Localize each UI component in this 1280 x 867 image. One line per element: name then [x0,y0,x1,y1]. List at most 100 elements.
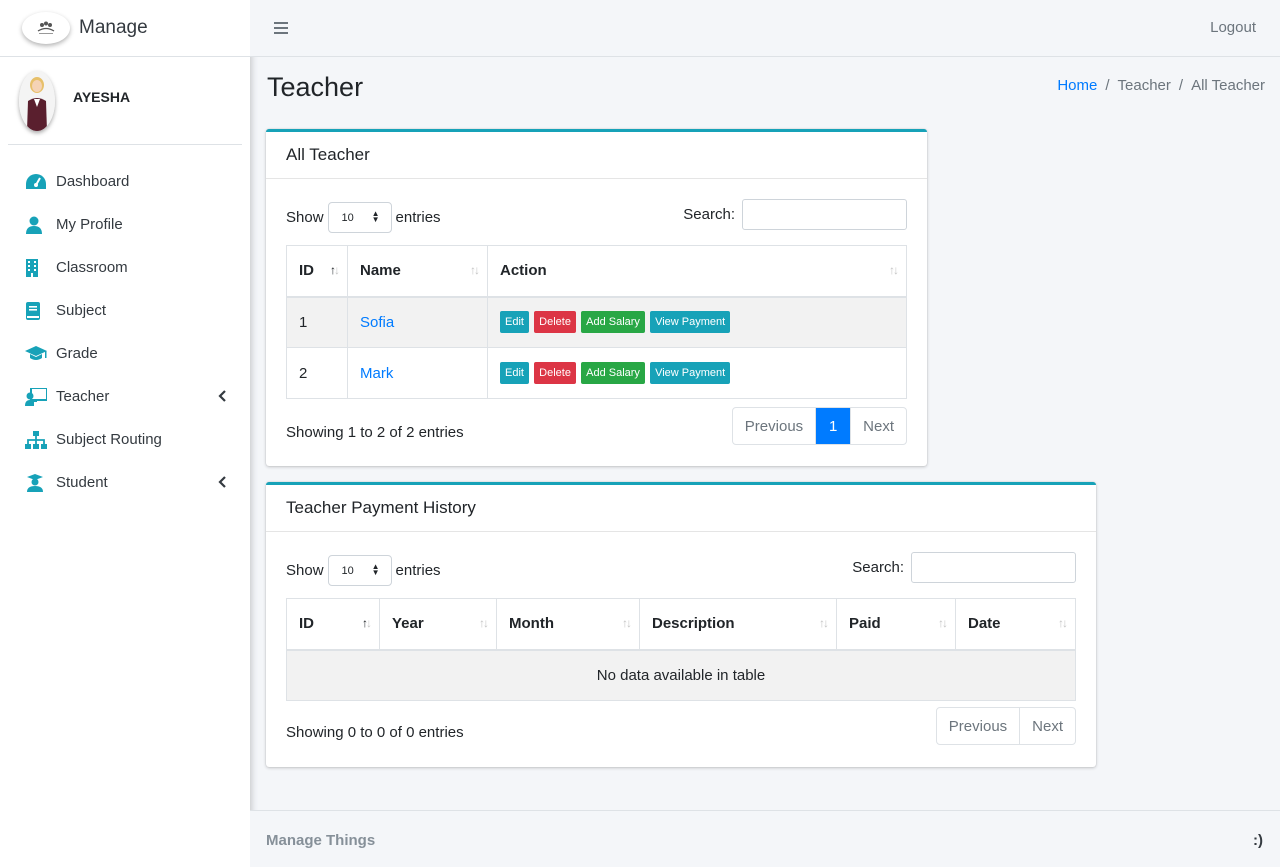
table-row: No data available in table [286,649,1076,701]
sort-icon: ↑↓ [470,263,480,277]
student-icon [25,473,49,493]
entries-label: entries [395,209,441,226]
sort-icon: ↑↓ [938,616,948,630]
cell-id: 1 [286,296,348,348]
pagination-next[interactable]: Next [1020,708,1075,744]
payment-history-card: Teacher Payment History Show 10 ▲ ▼ entri… [266,482,1096,767]
column-header-label: Name [360,262,401,280]
sidebar-item-grade[interactable]: Grade [8,332,242,375]
column-header-year[interactable]: Year ↑↓ [379,598,497,651]
book-icon [25,301,49,321]
column-header-label: ID [299,615,314,633]
column-header-label: Description [652,615,735,633]
sort-icon: ↑↓ [479,616,489,630]
show-label: Show [286,562,324,579]
column-header-name[interactable]: Name ↑↓ [347,245,488,298]
cell-id: 2 [286,347,348,399]
sidebar-item-label: Teacher [56,388,110,405]
search-input[interactable] [911,552,1076,583]
column-header-date[interactable]: Date ↑↓ [955,598,1076,651]
chevron-left-icon [218,475,226,492]
pagination: Previous 1 Next [731,407,907,445]
column-header-id[interactable]: ID ↑↓ [286,245,348,298]
sort-ascending-icon: ↑↓ [330,263,340,277]
dashboard-icon [25,172,49,192]
page-size-select[interactable]: 10 ▲ ▼ [327,555,392,586]
breadcrumb: Home / Teacher / All Teacher [1057,77,1265,94]
hamburger-menu-icon[interactable] [274,21,288,35]
top-navbar: Logout [250,0,1280,57]
entries-length-control: Show 10 ▲ ▼ entries [286,555,441,586]
user-name[interactable]: AYESHA [73,89,130,105]
user-icon [25,215,49,235]
teacher-name-link[interactable]: Mark [360,365,393,382]
column-header-label: Month [509,615,554,633]
column-header-label: ID [299,262,314,280]
sidebar-item-student[interactable]: Student [8,461,242,504]
brand-link[interactable]: Manage [0,0,250,57]
page-size-select[interactable]: 10 ▲ ▼ [327,202,392,233]
card-title: All Teacher [266,132,927,179]
sidebar-nav: Dashboard My Profile Classroom Subject G… [8,160,242,504]
select-arrows-icon: ▲ ▼ [371,562,380,577]
footer: Manage Things :) [250,810,1280,867]
all-teacher-card: All Teacher Show 10 ▲ ▼ entries Search: I… [266,129,927,466]
breadcrumb-separator: / [1178,77,1184,94]
sidebar-item-my-profile[interactable]: My Profile [8,203,242,246]
edit-button[interactable]: Edit [500,311,529,334]
sort-icon: ↑↓ [1058,616,1068,630]
view-payment-button[interactable]: View Payment [650,311,731,334]
sidebar-item-dashboard[interactable]: Dashboard [8,160,242,203]
building-icon [25,258,49,278]
breadcrumb-home-link[interactable]: Home [1057,77,1097,94]
column-header-id[interactable]: ID ↑↓ [286,598,380,651]
payments-table: ID ↑↓ Year ↑↓ Month ↑↓ Description ↑↓ Pa… [286,598,1076,701]
delete-button[interactable]: Delete [534,362,576,384]
pagination-next[interactable]: Next [850,408,906,444]
footer-smiley: :) [1253,832,1263,849]
column-header-action[interactable]: Action ↑↓ [487,245,907,298]
column-header-label: Year [392,615,424,633]
select-arrows-icon: ▲ ▼ [371,209,380,224]
view-payment-button[interactable]: View Payment [650,362,731,384]
pagination-previous[interactable]: Previous [733,408,817,444]
sidebar-item-label: Subject Routing [56,431,162,448]
add-salary-button[interactable]: Add Salary [581,362,645,384]
column-header-paid[interactable]: Paid ↑↓ [836,598,956,651]
page-size-value: 10 [341,564,354,577]
pagination-page-1[interactable]: 1 [816,408,851,444]
sidebar-item-classroom[interactable]: Classroom [8,246,242,289]
column-header-month[interactable]: Month ↑↓ [496,598,640,651]
user-avatar[interactable] [19,71,55,131]
teacher-name-link[interactable]: Sofia [360,314,394,331]
breadcrumb-separator: / [1105,77,1110,94]
column-header-description[interactable]: Description ↑↓ [639,598,837,651]
logout-link[interactable]: Logout [1210,19,1256,36]
user-panel: AYESHA [8,57,242,145]
chevron-left-icon [218,389,226,406]
search-label: Search: [683,206,735,223]
sidebar-item-subject-routing[interactable]: Subject Routing [8,418,242,461]
footer-brand-text: Manage Things [266,832,376,849]
entries-label: entries [395,562,441,579]
breadcrumb-teacher: Teacher [1117,77,1171,94]
search-input[interactable] [742,199,907,230]
table-info: Showing 1 to 2 of 2 entries [286,424,464,441]
column-header-label: Action [500,262,547,280]
sidebar: Manage AYESHA Dashboard My Profile Class… [0,0,250,867]
chalkboard-teacher-icon [25,387,49,407]
sort-icon: ↑↓ [889,263,899,277]
sidebar-item-teacher[interactable]: Teacher [8,375,242,418]
sitemap-icon [25,430,49,450]
sidebar-item-label: Classroom [56,259,128,276]
edit-button[interactable]: Edit [500,362,529,384]
brand-logo-icon [22,12,70,44]
column-header-label: Paid [849,615,881,633]
sidebar-item-subject[interactable]: Subject [8,289,242,332]
add-salary-button[interactable]: Add Salary [581,311,645,334]
sort-icon: ↑↓ [622,616,632,630]
pagination-previous[interactable]: Previous [937,708,1021,744]
delete-button[interactable]: Delete [534,311,576,334]
entries-length-control: Show 10 ▲ ▼ entries [286,202,441,233]
show-label: Show [286,209,324,226]
